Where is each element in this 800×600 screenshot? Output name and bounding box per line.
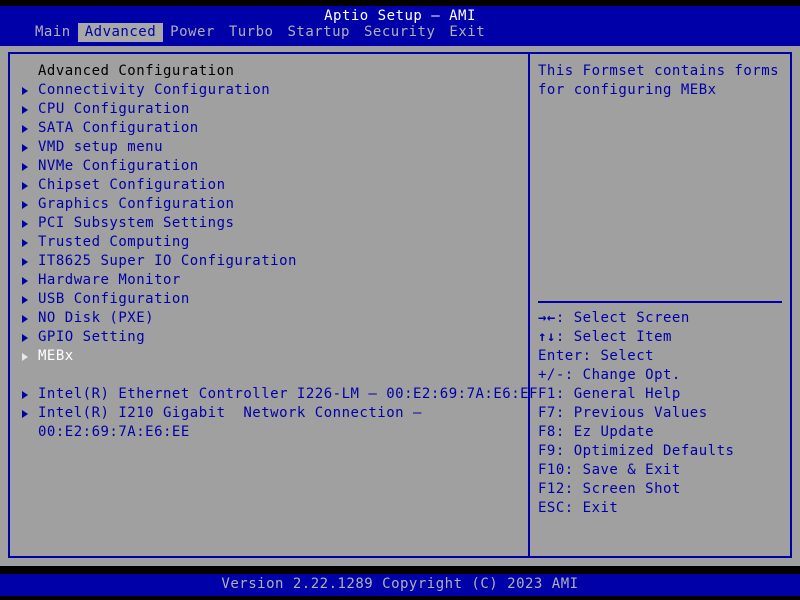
submenu-arrow-icon <box>22 410 28 418</box>
key-legend-text: F9: Optimized Defaults <box>538 443 735 459</box>
submenu-arrow-icon <box>22 353 28 361</box>
menu-item-label: NO Disk (PXE) <box>38 310 155 326</box>
key-legend-row: F10: Save & Exit <box>538 461 786 480</box>
key-legend-text: F10: Save & Exit <box>538 462 681 478</box>
menu-item-chipset-configuration[interactable]: Chipset Configuration <box>20 176 520 195</box>
key-glyph-icon: ↑↓ <box>538 329 556 345</box>
key-legend-text: F12: Screen Shot <box>538 481 681 497</box>
menu-item-label: Trusted Computing <box>38 234 190 250</box>
network-device-item[interactable]: Intel(R) I210 Gigabit Network Connection… <box>20 404 520 423</box>
menu-item-mebx[interactable]: MEBx <box>20 347 520 366</box>
help-description: This Formset contains forms for configur… <box>538 63 789 98</box>
menu-item-graphics-configuration[interactable]: Graphics Configuration <box>20 195 520 214</box>
menu-item-label: Graphics Configuration <box>38 196 235 212</box>
menu-item-gpio-setting[interactable]: GPIO Setting <box>20 328 520 347</box>
menu-item-hardware-monitor[interactable]: Hardware Monitor <box>20 271 520 290</box>
submenu-arrow-icon <box>22 277 28 285</box>
submenu-arrow-icon <box>22 163 28 171</box>
menu-item-label: Hardware Monitor <box>38 272 181 288</box>
menu-item-trusted-computing[interactable]: Trusted Computing <box>20 233 520 252</box>
help-divider <box>538 301 782 303</box>
menu-item-pci-subsystem-settings[interactable]: PCI Subsystem Settings <box>20 214 520 233</box>
key-legend-row: F1: General Help <box>538 385 786 404</box>
submenu-arrow-icon <box>22 315 28 323</box>
submenu-arrow-icon <box>22 239 28 247</box>
section-heading: Advanced Configuration <box>38 63 235 79</box>
submenu-arrow-icon <box>22 334 28 342</box>
submenu-arrow-icon <box>22 87 28 95</box>
key-legend-text: Enter: Select <box>538 348 655 364</box>
key-glyph-icon: →← <box>538 310 556 326</box>
key-legend-row: F9: Optimized Defaults <box>538 442 786 461</box>
menu-item-label: NVMe Configuration <box>38 158 199 174</box>
key-legend-row: Enter: Select <box>538 347 786 366</box>
tab-startup[interactable]: Startup <box>280 23 357 42</box>
key-legend-row: F8: Ez Update <box>538 423 786 442</box>
submenu-arrow-icon <box>22 106 28 114</box>
menu-item-vmd-setup-menu[interactable]: VMD setup menu <box>20 138 520 157</box>
menu-item-label: IT8625 Super IO Configuration <box>38 253 297 269</box>
key-legend-text: : Select Screen <box>555 310 690 326</box>
tab-power[interactable]: Power <box>163 23 222 42</box>
menu-item-label: CPU Configuration <box>38 101 190 117</box>
menu-item-label: Connectivity Configuration <box>38 82 271 98</box>
network-device-item[interactable]: Intel(R) Ethernet Controller I226-LM – 0… <box>20 385 538 404</box>
menu-item-sata-configuration[interactable]: SATA Configuration <box>20 119 520 138</box>
network-device-label-continued: 00:E2:69:7A:E6:EE <box>38 424 190 440</box>
menu-item-usb-configuration[interactable]: USB Configuration <box>20 290 520 309</box>
submenu-arrow-icon <box>22 125 28 133</box>
key-legend-list: →←: Select Screen ↑↓: Select Item Enter: S… <box>538 309 786 518</box>
menu-item-label: Chipset Configuration <box>38 177 226 193</box>
key-legend-row: →←: Select Screen <box>538 309 786 328</box>
advanced-menu-list: Advanced Configuration Connectivity Confi… <box>20 62 538 442</box>
tab-exit[interactable]: Exit <box>442 23 492 42</box>
key-legend-row: F12: Screen Shot <box>538 480 786 499</box>
key-legend-row: ESC: Exit <box>538 499 786 518</box>
tab-main[interactable]: Main <box>28 23 78 42</box>
menu-item-no-disk-pxe-[interactable]: NO Disk (PXE) <box>20 309 520 328</box>
submenu-arrow-icon <box>22 391 28 399</box>
key-legend-text: F8: Ez Update <box>538 424 655 440</box>
menu-item-label: MEBx <box>38 348 74 364</box>
menu-item-label: GPIO Setting <box>38 329 146 345</box>
menu-item-label: PCI Subsystem Settings <box>38 215 235 231</box>
menu-item-cpu-configuration[interactable]: CPU Configuration <box>20 100 520 119</box>
footer-bar: Version 2.22.1289 Copyright (C) 2023 AMI <box>0 574 800 596</box>
key-legend-text: : Select Item <box>555 329 672 345</box>
version-text: Version 2.22.1289 Copyright (C) 2023 AMI <box>221 576 579 592</box>
network-device-label: Intel(R) Ethernet Controller I226-LM – 0… <box>38 386 539 402</box>
menu-item-connectivity-configuration[interactable]: Connectivity Configuration <box>20 81 520 100</box>
menu-item-label: VMD setup menu <box>38 139 164 155</box>
page-title: Aptio Setup – AMI <box>324 8 476 24</box>
submenu-arrow-icon <box>22 220 28 228</box>
submenu-arrow-icon <box>22 201 28 209</box>
tab-security[interactable]: Security <box>357 23 442 42</box>
menu-item-it8625-super-io-configuration[interactable]: IT8625 Super IO Configuration <box>20 252 520 271</box>
key-legend-row: F7: Previous Values <box>538 404 786 423</box>
submenu-arrow-icon <box>22 296 28 304</box>
menu-item-nvme-configuration[interactable]: NVMe Configuration <box>20 157 520 176</box>
submenu-arrow-icon <box>22 144 28 152</box>
submenu-arrow-icon <box>22 182 28 190</box>
menu-item-label: USB Configuration <box>38 291 190 307</box>
submenu-arrow-icon <box>22 258 28 266</box>
tab-turbo[interactable]: Turbo <box>222 23 281 42</box>
key-legend-text: +/-: Change Opt. <box>538 367 681 383</box>
menu-tab-strip: Main Advanced Power Turbo Startup Security Exi… <box>0 23 800 42</box>
key-legend-text: ESC: Exit <box>538 500 619 516</box>
network-device-label: Intel(R) I210 Gigabit Network Connection… <box>38 405 422 421</box>
key-legend-text: F1: General Help <box>538 386 681 402</box>
key-legend-row: ↑↓: Select Item <box>538 328 786 347</box>
key-legend-row: +/-: Change Opt. <box>538 366 786 385</box>
tab-advanced[interactable]: Advanced <box>77 23 164 42</box>
menu-item-label: SATA Configuration <box>38 120 199 136</box>
menu-spacer <box>20 366 520 385</box>
key-legend-text: F7: Previous Values <box>538 405 708 421</box>
bios-setup-screen: Aptio Setup – AMI Main Advanced Power Turbo… <box>0 0 800 600</box>
